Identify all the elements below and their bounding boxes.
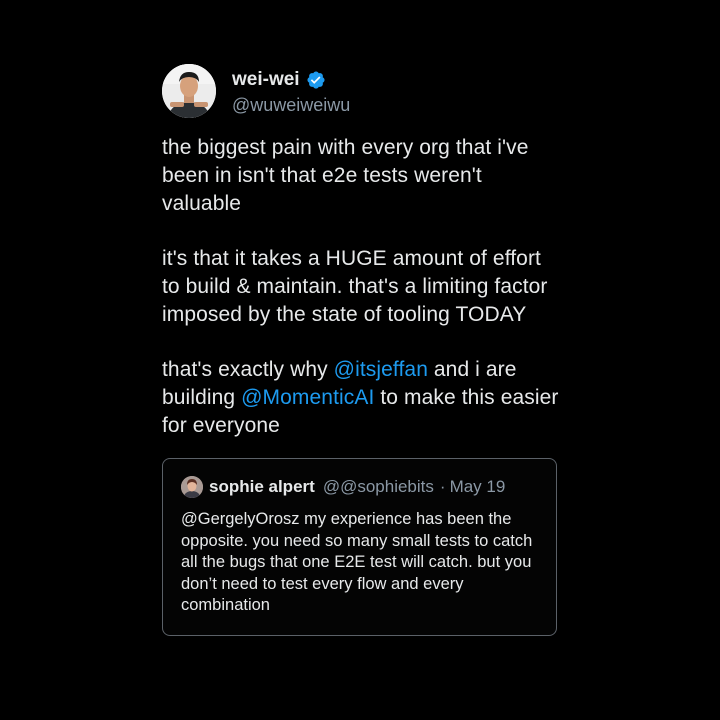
tweet-header: wei-wei @wuweiweiwu [162,64,562,118]
author-handle[interactable]: @wuweiweiwu [232,95,350,116]
quoted-author-handle[interactable]: @@sophiebits [323,477,434,497]
quoted-separator: · [439,477,446,496]
quoted-author-avatar[interactable] [181,476,203,498]
tweet-paragraph-1: the biggest pain with every org that i'v… [162,136,529,215]
mention-itsjeffan-link[interactable]: @itsjeffan [334,358,428,381]
author-avatar[interactable] [162,64,216,118]
quoted-tweet-text: @GergelyOrosz my experience has been the… [181,510,533,614]
paragraph-3-text-start: that's exactly why [162,358,334,381]
quoted-author-name[interactable]: sophie alpert [209,477,315,497]
author-name[interactable]: wei-wei [232,69,300,91]
tweet-card: wei-wei @wuweiweiwu the biggest pain wit… [162,64,562,636]
mention-momenticai-link[interactable]: @MomenticAI [241,386,374,409]
quoted-date[interactable]: May 19 [450,477,506,497]
verified-badge-icon [306,70,326,90]
quoted-tweet[interactable]: sophie alpert @@sophiebits · May 19 @Ger… [162,458,557,636]
tweet-paragraph-3: that's exactly why @itsjeffan and i are … [162,356,562,440]
author-name-row: wei-wei [232,67,350,93]
quoted-tweet-header: sophie alpert @@sophiebits · May 19 [181,475,538,499]
tweet-body: the biggest pain with every org that i'v… [162,134,562,440]
author-identity: wei-wei @wuweiweiwu [232,67,350,116]
tweet-paragraph-2: it's that it takes a HUGE amount of effo… [162,247,548,326]
